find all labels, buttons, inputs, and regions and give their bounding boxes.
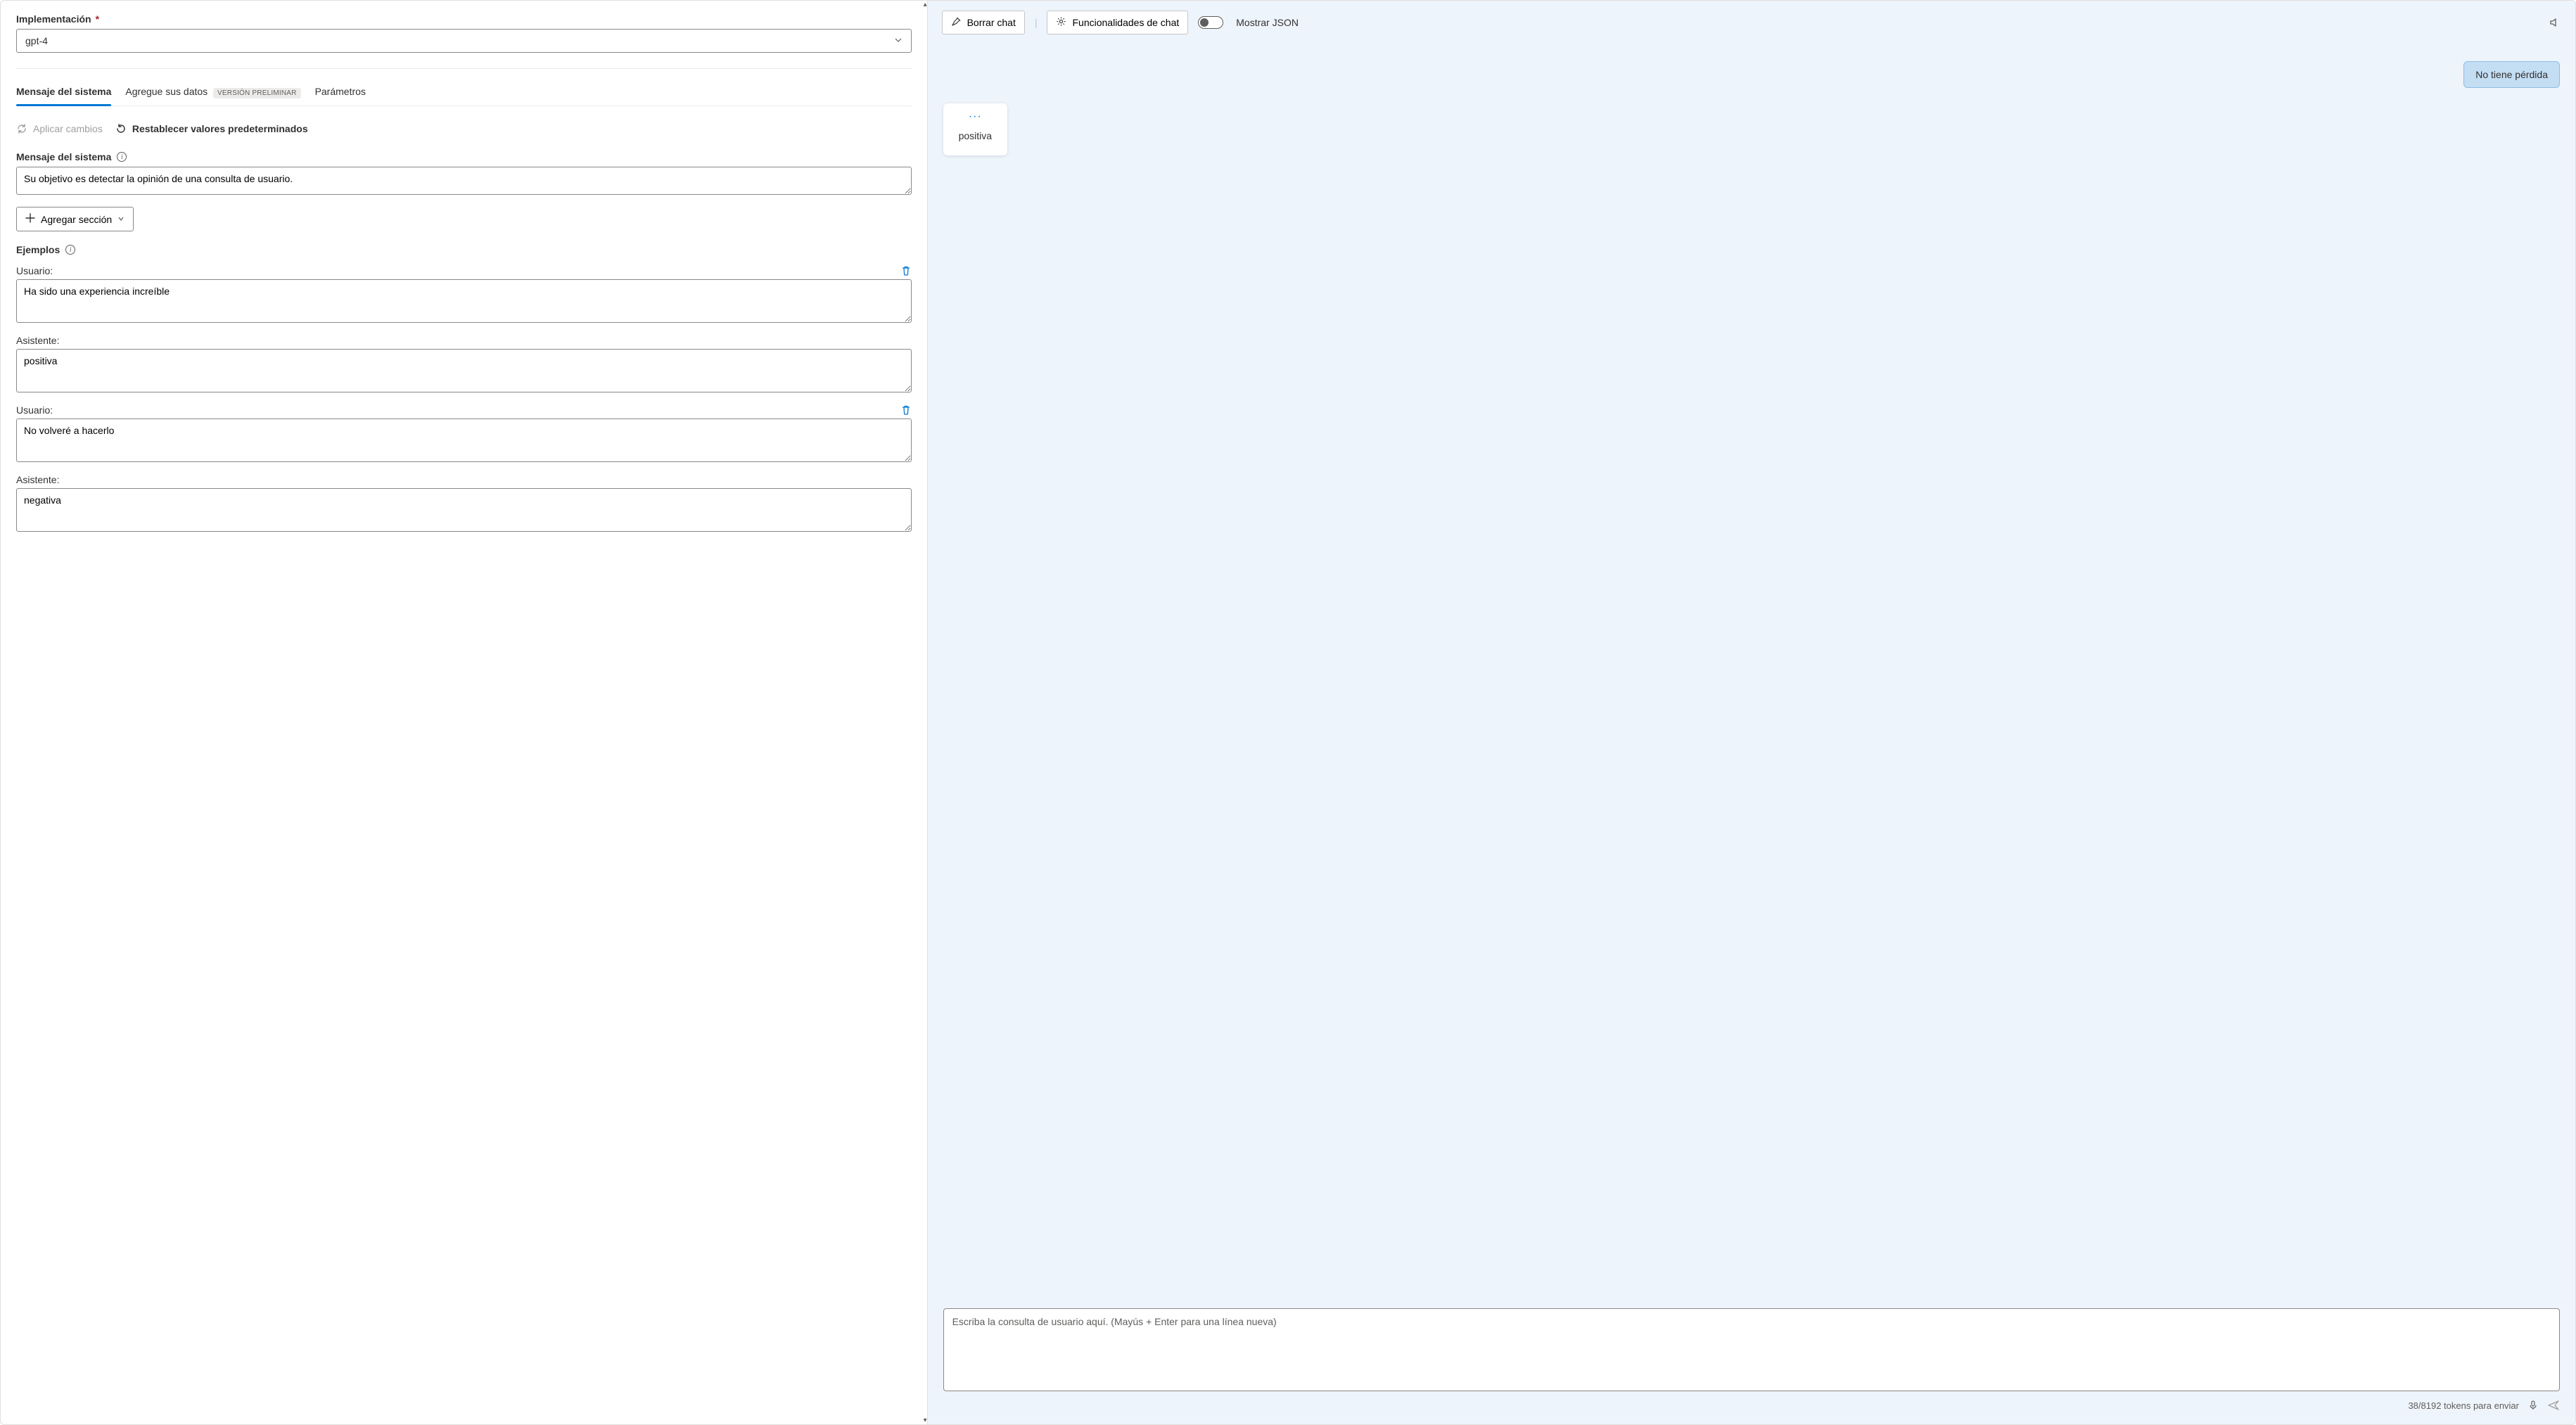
token-status: 38/8192 tokens para enviar	[2408, 1400, 2519, 1411]
chat-toolbar: Borrar chat | Funcionalidades de chat Mo…	[928, 1, 2575, 44]
example-user-input[interactable]	[16, 279, 912, 323]
example-assistant-label: Asistente:	[16, 335, 912, 346]
chat-features-button[interactable]: Funcionalidades de chat	[1047, 11, 1188, 34]
tab-system-message[interactable]: Mensaje del sistema	[16, 79, 111, 106]
reset-label: Restablecer valores predeterminados	[132, 123, 308, 134]
sync-icon	[16, 123, 27, 134]
example-user-input[interactable]	[16, 418, 912, 462]
user-message: No tiene pérdida	[2463, 61, 2560, 88]
assistant-message: ··· positiva	[943, 103, 1007, 155]
tab-parameters[interactable]: Parámetros	[315, 79, 366, 106]
clear-chat-label: Borrar chat	[967, 17, 1016, 28]
toolbar-separator: |	[1035, 17, 1038, 28]
chat-features-label: Funcionalidades de chat	[1072, 17, 1179, 28]
speaker-icon[interactable]	[2549, 16, 2561, 29]
preview-badge: VERSIÓN PRELIMINAR	[213, 88, 301, 98]
role-user-text: Usuario:	[16, 265, 53, 276]
chat-input[interactable]	[943, 1308, 2560, 1391]
chat-body[interactable]: No tiene pérdida ··· positiva	[928, 44, 2575, 1300]
role-user-text: Usuario:	[16, 404, 53, 416]
system-message-input[interactable]	[16, 167, 912, 195]
deployment-value: gpt-4	[25, 35, 48, 46]
info-icon[interactable]: i	[65, 245, 75, 255]
user-message-text: No tiene pérdida	[2475, 69, 2548, 80]
action-row: Aplicar cambios Restablecer valores pred…	[16, 119, 912, 139]
tab-label: Mensaje del sistema	[16, 86, 111, 97]
toggle-knob	[1200, 18, 1209, 27]
show-json-toggle[interactable]	[1198, 16, 1223, 29]
assistant-message-text: positiva	[959, 130, 992, 141]
scroll-up-arrow[interactable]: ▴	[924, 1, 927, 8]
deployment-select[interactable]: gpt-4	[16, 29, 912, 53]
tab-add-data[interactable]: Agregue sus datos VERSIÓN PRELIMINAR	[125, 79, 300, 106]
config-scroll[interactable]: Implementación * gpt-4 Mensaje del siste…	[1, 1, 927, 1424]
role-assistant-text: Asistente:	[16, 335, 59, 346]
add-section-label: Agregar sección	[41, 214, 112, 225]
divider	[16, 68, 912, 69]
reset-icon	[115, 123, 127, 134]
footer-row: 38/8192 tokens para enviar	[943, 1399, 2560, 1412]
example-user-label: Usuario:	[16, 404, 912, 416]
config-tabs: Mensaje del sistema Agregue sus datos VE…	[16, 79, 912, 106]
apply-changes-button: Aplicar cambios	[16, 119, 103, 139]
message-menu-icon[interactable]: ···	[959, 110, 992, 123]
chat-panel: Borrar chat | Funcionalidades de chat Mo…	[928, 1, 2575, 1424]
delete-example-button[interactable]	[900, 404, 912, 416]
chevron-down-icon	[117, 215, 125, 224]
example-assistant-input[interactable]	[16, 349, 912, 392]
tab-label: Parámetros	[315, 86, 366, 97]
send-icon[interactable]	[2547, 1399, 2560, 1412]
info-icon[interactable]: i	[117, 152, 127, 162]
role-assistant-text: Asistente:	[16, 474, 59, 485]
broom-icon	[951, 16, 962, 29]
examples-label: Ejemplos i	[16, 244, 912, 255]
scroll-down-arrow[interactable]: ▾	[924, 1417, 927, 1424]
add-section-button[interactable]: Agregar sección	[16, 207, 134, 231]
plus-icon	[25, 213, 35, 225]
config-panel: ▴ Implementación * gpt-4 Mensaje del sis…	[1, 1, 928, 1424]
examples-label-text: Ejemplos	[16, 244, 60, 255]
example-assistant-input[interactable]	[16, 488, 912, 532]
show-json-label: Mostrar JSON	[1236, 17, 1299, 28]
chevron-down-icon	[894, 36, 903, 46]
app-root: ▴ Implementación * gpt-4 Mensaje del sis…	[0, 0, 2576, 1425]
delete-example-button[interactable]	[900, 265, 912, 276]
chat-footer: 38/8192 tokens para enviar	[928, 1300, 2575, 1424]
clear-chat-button[interactable]: Borrar chat	[942, 11, 1025, 34]
system-message-label: Mensaje del sistema i	[16, 151, 912, 162]
example-user-label: Usuario:	[16, 265, 912, 276]
deployment-label: Implementación *	[16, 13, 912, 25]
apply-label: Aplicar cambios	[33, 123, 103, 134]
example-assistant-label: Asistente:	[16, 474, 912, 485]
tab-label: Agregue sus datos	[125, 86, 208, 97]
required-star: *	[96, 13, 99, 25]
system-message-label-text: Mensaje del sistema	[16, 151, 111, 162]
deployment-label-text: Implementación	[16, 13, 91, 25]
microphone-icon[interactable]	[2527, 1400, 2539, 1411]
reset-defaults-button[interactable]: Restablecer valores predeterminados	[115, 119, 308, 139]
gear-icon	[1056, 16, 1066, 29]
